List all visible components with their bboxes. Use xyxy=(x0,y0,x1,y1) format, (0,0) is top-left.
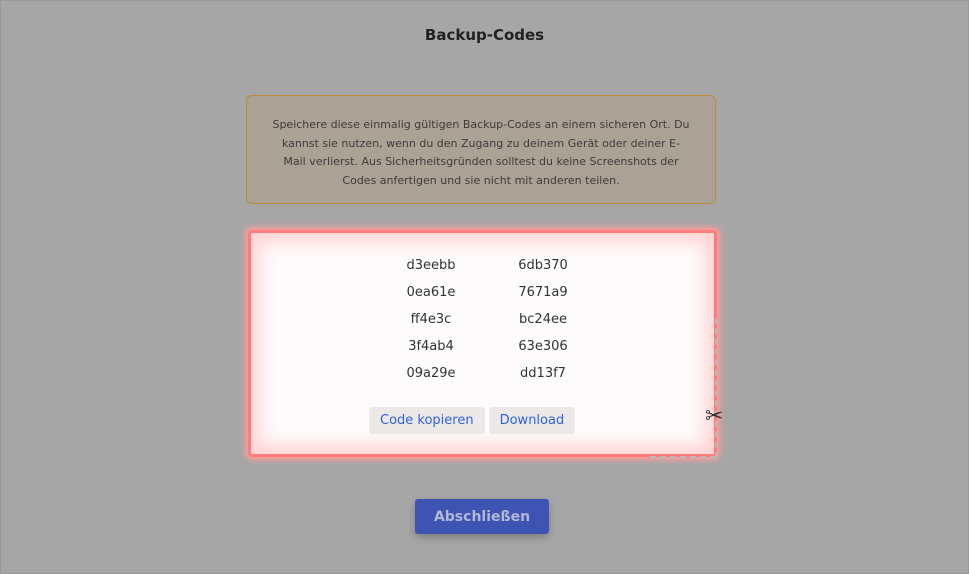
code-actions: Code kopieren Download xyxy=(369,407,576,434)
backup-code: dd13f7 xyxy=(520,366,566,381)
scissors-icon[interactable]: ✂ xyxy=(705,402,723,432)
backup-codes-list: d3eebb 6db370 0ea61e 7671a9 ff4e3c bc24e… xyxy=(375,257,601,383)
backup-code: 63e306 xyxy=(518,339,568,354)
backup-code: d3eebb xyxy=(406,258,456,273)
backup-code: 3f4ab4 xyxy=(408,339,454,354)
finish-button[interactable]: Abschließen xyxy=(415,499,549,534)
notice-line: Codes anfertigen und sie nicht mit ander… xyxy=(342,173,620,187)
backup-code: ff4e3c xyxy=(410,312,452,327)
cut-line-vertical xyxy=(715,318,717,458)
backup-code: 0ea61e xyxy=(406,285,456,300)
backup-code: 6db370 xyxy=(518,258,568,273)
copy-code-button[interactable]: Code kopieren xyxy=(369,407,485,434)
backup-code: 7671a9 xyxy=(518,285,568,300)
download-button[interactable]: Download xyxy=(488,407,576,434)
security-notice: Speichere diese einmalig gültigen Backup… xyxy=(246,95,716,204)
backup-code: bc24ee xyxy=(519,312,567,327)
page-title: Backup-Codes xyxy=(424,26,545,44)
backup-code: 09a29e xyxy=(406,366,456,381)
cut-line-horizontal xyxy=(650,456,716,458)
notice-line: Speichere diese einmalig gültigen Backup… xyxy=(272,118,690,131)
notice-line: kannst sie nutzen, wenn du den Zugang zu… xyxy=(281,136,681,150)
notice-line: Mail verlierst. Aus Sicherheitsgründen s… xyxy=(283,155,679,168)
